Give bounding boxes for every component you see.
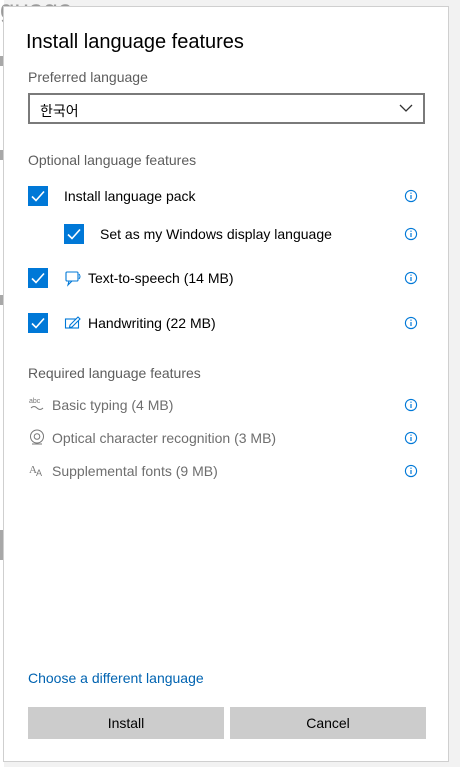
required-feature-label: Basic typing (4 MB) <box>52 397 174 413</box>
checkmark-icon <box>31 190 45 202</box>
feature-label: Set as my Windows display language <box>100 226 332 242</box>
pen-icon <box>64 316 81 329</box>
feature-row-display-language: Set as my Windows display language <box>4 222 450 248</box>
chevron-down-icon <box>399 104 413 112</box>
language-pack-checkbox[interactable] <box>28 186 48 206</box>
handwriting-checkbox[interactable] <box>28 313 48 333</box>
ocr-icon <box>30 429 44 445</box>
choose-different-language-link[interactable]: Choose a different language <box>28 670 204 686</box>
text-to-speech-checkbox[interactable] <box>28 268 48 288</box>
info-icon[interactable] <box>404 398 418 412</box>
info-icon[interactable] <box>404 227 418 241</box>
svg-text:A: A <box>36 468 42 478</box>
feature-row-text-to-speech: Text-to-speech (14 MB) <box>4 266 450 292</box>
preferred-language-dropdown[interactable]: 한국어 <box>28 93 425 124</box>
install-language-dialog: Install language features Preferred lang… <box>3 6 449 762</box>
info-icon[interactable] <box>404 316 418 330</box>
required-row-basic-typing: abc Basic typing (4 MB) <box>4 393 450 419</box>
preferred-language-label: Preferred language <box>28 69 148 85</box>
feature-label: Text-to-speech (14 MB) <box>88 270 234 286</box>
checkmark-icon <box>31 317 45 329</box>
dialog-title: Install language features <box>26 31 244 53</box>
required-features-label: Required language features <box>28 365 201 381</box>
speech-icon <box>65 271 81 287</box>
checkmark-icon <box>67 228 81 240</box>
required-row-ocr: Optical character recognition (3 MB) <box>4 426 450 452</box>
cancel-button[interactable]: Cancel <box>230 707 426 739</box>
preferred-language-value: 한국어 <box>40 103 79 119</box>
info-icon[interactable] <box>404 271 418 285</box>
install-button[interactable]: Install <box>28 707 224 739</box>
optional-features-label: Optional language features <box>28 152 197 168</box>
info-icon[interactable] <box>404 464 418 478</box>
display-language-checkbox[interactable] <box>64 224 84 244</box>
required-feature-label: Optical character recognition (3 MB) <box>52 430 277 446</box>
info-icon[interactable] <box>404 189 418 203</box>
feature-label: Install language pack <box>64 188 196 204</box>
required-row-fonts: A A Supplemental fonts (9 MB) <box>4 459 450 485</box>
feature-row-language-pack: Install language pack <box>4 184 450 210</box>
svg-text:abc: abc <box>29 398 41 405</box>
checkmark-icon <box>31 272 45 284</box>
info-icon[interactable] <box>404 431 418 445</box>
required-feature-label: Supplemental fonts (9 MB) <box>52 463 218 479</box>
feature-row-handwriting: Handwriting (22 MB) <box>4 311 450 337</box>
feature-label: Handwriting (22 MB) <box>88 315 216 331</box>
fonts-icon: A A <box>29 464 42 478</box>
abc-icon: abc <box>29 398 44 410</box>
